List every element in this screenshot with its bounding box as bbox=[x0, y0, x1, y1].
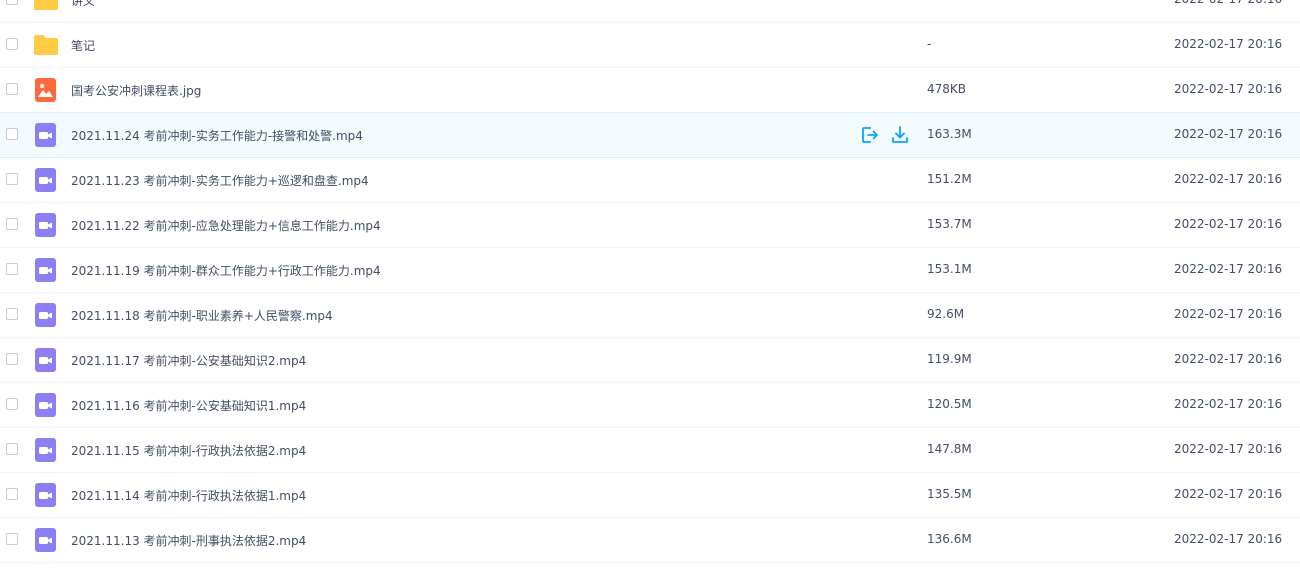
file-name[interactable]: 2021.11.17 考前冲刺-公安基础知识2.mp4 bbox=[71, 352, 306, 369]
row-checkbox[interactable] bbox=[6, 263, 18, 275]
file-name[interactable]: 国考公安冲刺课程表.jpg bbox=[71, 82, 201, 99]
file-date: 2022-02-17 20:16 bbox=[1174, 82, 1283, 96]
row-checkbox[interactable] bbox=[6, 533, 18, 545]
file-date: 2022-02-17 20:16 bbox=[1174, 397, 1283, 411]
file-name[interactable]: 2021.11.15 考前冲刺-行政执法依据2.mp4 bbox=[71, 442, 306, 459]
file-size: 478KB bbox=[927, 82, 967, 96]
file-row[interactable]: 2021.11.16 考前冲刺-公安基础知识1.mp4 120.5M 2022-… bbox=[0, 383, 1300, 428]
file-date: 2022-02-17 20:16 bbox=[1174, 487, 1283, 501]
file-name[interactable]: 2021.11.13 考前冲刺-刑事执法依据2.mp4 bbox=[71, 532, 306, 549]
row-checkbox[interactable] bbox=[6, 218, 18, 230]
file-size: 92.6M bbox=[927, 307, 965, 321]
file-name[interactable]: 讲义 bbox=[71, 0, 95, 9]
file-date: 2022-02-17 20:16 bbox=[1174, 532, 1283, 546]
video-file-icon bbox=[33, 122, 59, 148]
video-file-icon bbox=[33, 392, 59, 418]
file-size: 136.6M bbox=[927, 532, 972, 546]
row-checkbox[interactable] bbox=[6, 443, 18, 455]
file-list: 讲义 - 2022-02-17 20:16 笔记 - 2022-02-17 20… bbox=[0, 0, 1300, 563]
row-checkbox[interactable] bbox=[6, 308, 18, 320]
file-date: 2022-02-17 20:16 bbox=[1174, 127, 1283, 141]
file-row[interactable]: 2021.11.14 考前冲刺-行政执法依据1.mp4 135.5M 2022-… bbox=[0, 473, 1300, 518]
file-name[interactable]: 2021.11.16 考前冲刺-公安基础知识1.mp4 bbox=[71, 397, 306, 414]
row-checkbox[interactable] bbox=[6, 0, 18, 5]
file-name[interactable]: 2021.11.19 考前冲刺-群众工作能力+行政工作能力.mp4 bbox=[71, 262, 381, 279]
file-row[interactable]: 2021.11.23 考前冲刺-实务工作能力+巡逻和盘查.mp4 151.2M … bbox=[0, 158, 1300, 203]
file-date: 2022-02-17 20:16 bbox=[1174, 217, 1283, 231]
file-row[interactable]: 笔记 - 2022-02-17 20:16 bbox=[0, 23, 1300, 68]
file-row[interactable]: 2021.11.19 考前冲刺-群众工作能力+行政工作能力.mp4 153.1M… bbox=[0, 248, 1300, 293]
download-icon[interactable] bbox=[890, 125, 910, 145]
video-file-icon bbox=[33, 437, 59, 463]
video-file-icon bbox=[33, 167, 59, 193]
image-file-icon bbox=[33, 77, 59, 103]
file-size: - bbox=[927, 37, 932, 51]
file-date: 2022-02-17 20:16 bbox=[1174, 37, 1283, 51]
row-checkbox[interactable] bbox=[6, 398, 18, 410]
file-name[interactable]: 2021.11.18 考前冲刺-职业素养+人民警察.mp4 bbox=[71, 307, 333, 324]
file-size: 120.5M bbox=[927, 397, 972, 411]
video-file-icon bbox=[33, 302, 59, 328]
row-checkbox[interactable] bbox=[6, 488, 18, 500]
row-checkbox[interactable] bbox=[6, 173, 18, 185]
video-file-icon bbox=[33, 527, 59, 553]
row-actions bbox=[860, 125, 920, 145]
file-size: 153.1M bbox=[927, 262, 972, 276]
row-checkbox[interactable] bbox=[6, 38, 18, 50]
folder-icon bbox=[33, 32, 59, 58]
file-name[interactable]: 2021.11.24 考前冲刺-实务工作能力-接警和处警.mp4 bbox=[71, 127, 363, 144]
file-row[interactable]: 讲义 - 2022-02-17 20:16 bbox=[0, 0, 1300, 23]
file-row[interactable]: 2021.11.13 考前冲刺-刑事执法依据2.mp4 136.6M 2022-… bbox=[0, 518, 1300, 563]
file-size: 151.2M bbox=[927, 172, 972, 186]
file-date: 2022-02-17 20:16 bbox=[1174, 442, 1283, 456]
file-size: 119.9M bbox=[927, 352, 972, 366]
video-file-icon bbox=[33, 347, 59, 373]
file-row[interactable]: 2021.11.22 考前冲刺-应急处理能力+信息工作能力.mp4 153.7M… bbox=[0, 203, 1300, 248]
row-checkbox[interactable] bbox=[6, 83, 18, 95]
file-row[interactable]: 2021.11.15 考前冲刺-行政执法依据2.mp4 147.8M 2022-… bbox=[0, 428, 1300, 473]
video-file-icon bbox=[33, 212, 59, 238]
file-name[interactable]: 笔记 bbox=[71, 37, 95, 54]
file-name[interactable]: 2021.11.22 考前冲刺-应急处理能力+信息工作能力.mp4 bbox=[71, 217, 381, 234]
file-row[interactable]: 2021.11.17 考前冲刺-公安基础知识2.mp4 119.9M 2022-… bbox=[0, 338, 1300, 383]
file-size: 163.3M bbox=[927, 127, 972, 141]
video-file-icon bbox=[33, 257, 59, 283]
row-checkbox[interactable] bbox=[6, 353, 18, 365]
file-name[interactable]: 2021.11.23 考前冲刺-实务工作能力+巡逻和盘查.mp4 bbox=[71, 172, 369, 189]
file-size: - bbox=[927, 0, 931, 6]
file-size: 135.5M bbox=[927, 487, 972, 501]
file-date: 2022-02-17 20:16 bbox=[1174, 0, 1282, 6]
file-date: 2022-02-17 20:16 bbox=[1174, 307, 1283, 321]
file-row[interactable]: 2021.11.24 考前冲刺-实务工作能力-接警和处警.mp4 163.3M … bbox=[0, 112, 1300, 158]
share-icon[interactable] bbox=[860, 125, 880, 145]
video-file-icon bbox=[33, 482, 59, 508]
file-row[interactable]: 2021.11.18 考前冲刺-职业素养+人民警察.mp4 92.6M 2022… bbox=[0, 293, 1300, 338]
row-checkbox[interactable] bbox=[6, 128, 18, 140]
file-row[interactable]: 国考公安冲刺课程表.jpg 478KB 2022-02-17 20:16 bbox=[0, 68, 1300, 113]
file-date: 2022-02-17 20:16 bbox=[1174, 352, 1283, 366]
file-date: 2022-02-17 20:16 bbox=[1174, 172, 1283, 186]
file-size: 153.7M bbox=[927, 217, 972, 231]
folder-icon bbox=[33, 0, 59, 13]
file-name[interactable]: 2021.11.14 考前冲刺-行政执法依据1.mp4 bbox=[71, 487, 306, 504]
file-size: 147.8M bbox=[927, 442, 972, 456]
file-date: 2022-02-17 20:16 bbox=[1174, 262, 1283, 276]
